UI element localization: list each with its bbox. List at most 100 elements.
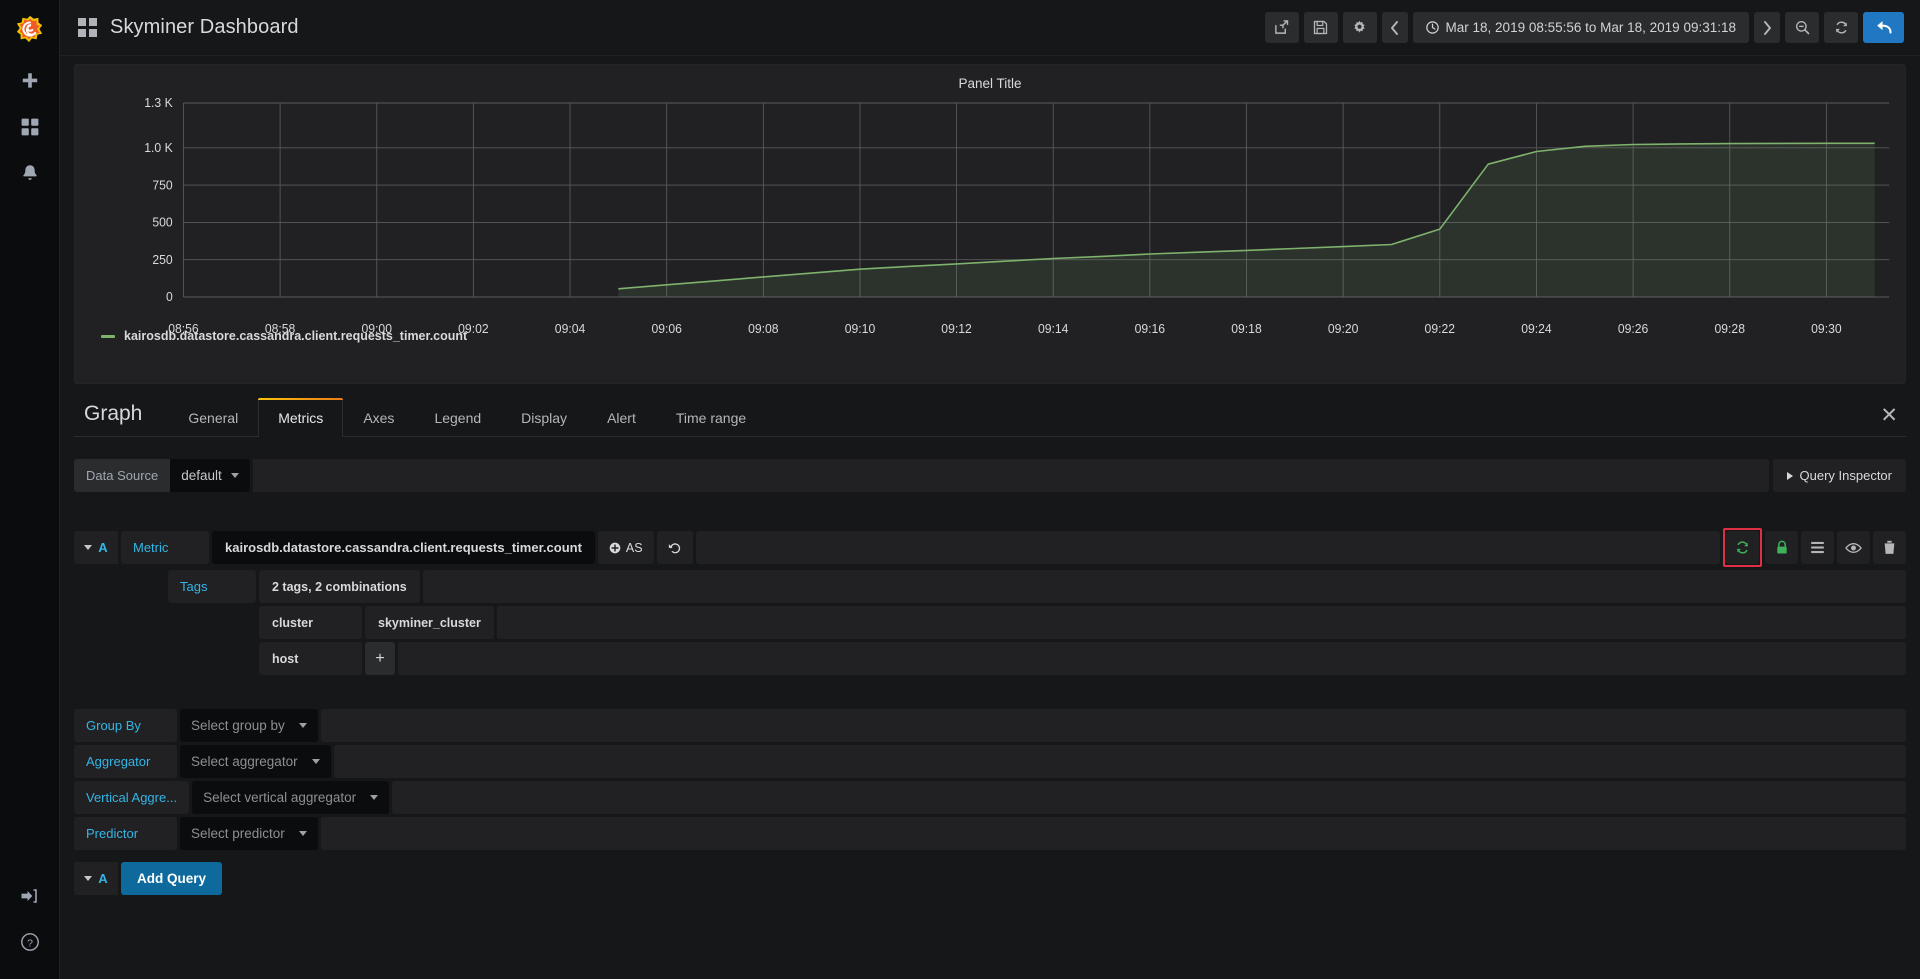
- delete-query-button[interactable]: [1873, 531, 1906, 564]
- tag-value-cluster[interactable]: skyminer_cluster: [365, 606, 494, 639]
- group-by-filler: [320, 709, 1906, 742]
- time-range-text: Mar 18, 2019 08:55:56 to Mar 18, 2019 09…: [1445, 20, 1736, 35]
- chevron-down-icon: [370, 795, 379, 800]
- query-collapse-toggle[interactable]: A: [74, 531, 118, 564]
- undo-icon[interactable]: [656, 531, 693, 564]
- query-letter: A: [98, 540, 108, 555]
- sidebar-item-sign-in[interactable]: [0, 873, 60, 919]
- sidebar-item-alerting[interactable]: [0, 150, 60, 196]
- datasource-row-filler: [252, 459, 1769, 492]
- sync-icon-highlight: [1723, 528, 1762, 567]
- predictor-value: Select predictor: [191, 826, 285, 841]
- app-root: ? Skyminer Dashboard Mar 18, 2019 08:55:…: [0, 0, 1920, 979]
- aggregator-select[interactable]: Select aggregator: [180, 745, 331, 778]
- chevron-right-icon[interactable]: [1754, 12, 1780, 43]
- tab-legend[interactable]: Legend: [414, 398, 501, 437]
- tags-summary[interactable]: 2 tags, 2 combinations: [259, 570, 420, 603]
- datasource-label: Data Source: [74, 459, 171, 492]
- predictor-select[interactable]: Select predictor: [180, 817, 318, 850]
- add-query-button[interactable]: Add Query: [121, 862, 223, 895]
- vertical-aggregator-value: Select vertical aggregator: [203, 790, 357, 805]
- time-range-picker[interactable]: Mar 18, 2019 08:55:56 to Mar 18, 2019 09…: [1412, 12, 1749, 43]
- vertical-aggregator-filler: [392, 781, 1906, 814]
- as-label: AS: [625, 540, 643, 555]
- legend-series-label: kairosdb.datastore.cassandra.client.requ…: [124, 329, 468, 343]
- panel-title: Panel Title: [958, 76, 1022, 91]
- tag-indent: [74, 642, 165, 675]
- clock-icon: [1425, 21, 1439, 34]
- vertical-aggregator-row: Vertical Aggre... Select vertical aggreg…: [74, 781, 1906, 814]
- predictor-filler: [320, 817, 1906, 850]
- toggle-sync-button[interactable]: [1726, 531, 1759, 564]
- sidebar: ?: [0, 0, 60, 979]
- grafana-logo-icon[interactable]: [0, 0, 60, 58]
- toggle-visibility-button[interactable]: [1837, 531, 1870, 564]
- plus-circle-icon: [609, 542, 621, 553]
- tags-row-filler: [422, 570, 1906, 603]
- query-inspector-button[interactable]: Query Inspector: [1772, 459, 1906, 492]
- page-title: Skyminer Dashboard: [110, 16, 299, 38]
- tab-axes[interactable]: Axes: [343, 398, 414, 437]
- sidebar-item-create[interactable]: [0, 58, 60, 104]
- group-by-select[interactable]: Select group by: [180, 709, 318, 742]
- graph-svg: [183, 102, 1890, 298]
- chevron-down-icon: [230, 473, 239, 478]
- graph-panel: Panel Title 0 250 500 750 1.0 K 1.3 K 08:56 08…: [74, 64, 1906, 384]
- chevron-down-icon: [298, 723, 307, 728]
- chart-area[interactable]: 0 250 500 750 1.0 K 1.3 K 08:56 08:58 09:00 09:0…: [83, 97, 1897, 336]
- panel-editor: Graph General Metrics Axes Legend Displa…: [60, 396, 1920, 979]
- table-row: cluster skyminer_cluster: [74, 606, 1906, 639]
- query-options-button[interactable]: [1801, 531, 1834, 564]
- tab-alert[interactable]: Alert: [587, 398, 656, 437]
- chevron-down-icon: [84, 876, 93, 881]
- vertical-aggregator-select[interactable]: Select vertical aggregator: [192, 781, 390, 814]
- tags-row: Tags 2 tags, 2 combinations: [74, 570, 1906, 603]
- chart-legend[interactable]: kairosdb.datastore.cassandra.client.requ…: [83, 319, 1897, 343]
- datasource-select[interactable]: default: [170, 459, 250, 492]
- editor-body: Data Source default Query Inspector A Me…: [74, 437, 1906, 895]
- tab-general[interactable]: General: [168, 398, 258, 437]
- add-query-row: A Add Query: [74, 862, 1906, 895]
- refresh-icon[interactable]: [1824, 12, 1858, 43]
- panel-container: Panel Title 0 250 500 750 1.0 K 1.3 K 08:56 08…: [60, 56, 1920, 384]
- tab-time-range[interactable]: Time range: [656, 398, 766, 437]
- tag-row-filler: [496, 606, 1906, 639]
- add-query-collapse-toggle[interactable]: A: [74, 862, 118, 895]
- add-tag-value-button[interactable]: +: [365, 642, 395, 675]
- add-query-letter: A: [98, 871, 108, 886]
- dashboard-grid-icon[interactable]: [78, 18, 97, 37]
- chevron-down-icon: [311, 759, 320, 764]
- tags-label: Tags: [168, 570, 256, 603]
- query-options-group: Group By Select group by Aggregator Sele…: [74, 709, 1906, 850]
- zoom-out-icon[interactable]: [1785, 12, 1819, 43]
- add-alias-button[interactable]: AS: [597, 531, 654, 564]
- chevron-down-icon: [298, 831, 307, 836]
- editor-panel-type: Graph: [84, 402, 143, 425]
- query-inspector-label: Query Inspector: [1799, 468, 1893, 483]
- lock-query-button[interactable]: [1765, 531, 1798, 564]
- tab-metrics[interactable]: Metrics: [258, 398, 344, 437]
- navbar-left: Skyminer Dashboard: [78, 16, 299, 39]
- metric-row: A Metric kairosdb.datastore.cassandra.cl…: [74, 528, 1906, 567]
- save-icon[interactable]: [1303, 12, 1338, 43]
- svg-text:?: ?: [27, 937, 33, 949]
- aggregator-label: Aggregator: [74, 745, 177, 778]
- tab-display[interactable]: Display: [501, 398, 587, 437]
- query-editor-a: A Metric kairosdb.datastore.cassandra.cl…: [74, 528, 1906, 895]
- share-icon[interactable]: [1264, 12, 1299, 43]
- tag-key-host[interactable]: host: [259, 642, 362, 675]
- table-row: host +: [74, 642, 1906, 675]
- sidebar-item-help[interactable]: ?: [0, 919, 60, 965]
- sidebar-item-dashboards[interactable]: [0, 104, 60, 150]
- tag-row-spacer: [168, 606, 256, 639]
- group-by-label: Group By: [74, 709, 177, 742]
- close-icon[interactable]: ✕: [1872, 399, 1906, 436]
- metric-input[interactable]: kairosdb.datastore.cassandra.client.requ…: [212, 531, 595, 564]
- chevron-left-icon[interactable]: [1381, 12, 1408, 43]
- top-navbar: Skyminer Dashboard Mar 18, 2019 08:55:56…: [60, 0, 1920, 56]
- tag-key-cluster[interactable]: cluster: [259, 606, 362, 639]
- back-arrow-icon[interactable]: [1863, 12, 1904, 43]
- group-by-value: Select group by: [191, 718, 285, 733]
- gear-icon[interactable]: [1342, 12, 1377, 43]
- legend-color-swatch: [101, 334, 115, 338]
